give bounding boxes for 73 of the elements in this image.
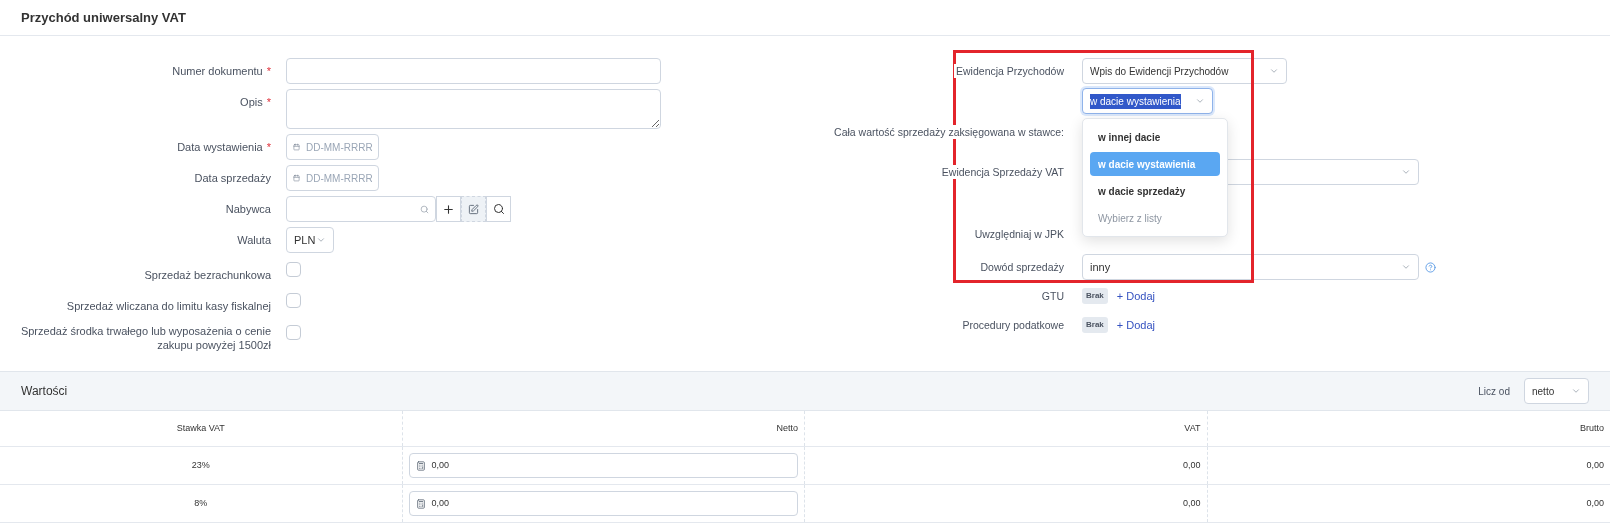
field-label: Sprzedaż środka trwałego lub wyposażenia o cenie zakupu powyżej 1500zł xyxy=(19,324,271,352)
chevron-down-icon xyxy=(1571,386,1581,396)
amount-input[interactable]: 0,00 xyxy=(408,491,798,516)
table-cell-text: 0,00 xyxy=(1586,458,1604,472)
checkbox[interactable] xyxy=(286,262,301,277)
page-title: Przychód uniwersalny VAT xyxy=(21,8,186,27)
date-input[interactable]: DD-MM-RRRR xyxy=(306,170,372,186)
field-label: Numer dokumentu xyxy=(172,64,263,78)
plus-icon xyxy=(442,202,455,216)
field-label: Data wystawienia xyxy=(177,140,263,154)
chevron-down-icon xyxy=(1195,96,1205,106)
field-label: GTU xyxy=(1039,289,1066,303)
column-header: VAT xyxy=(1184,421,1201,435)
checkbox[interactable] xyxy=(286,325,301,340)
date-field[interactable]: DD-MM-RRRR xyxy=(286,134,379,160)
amount-input[interactable]: 0,00 xyxy=(408,453,798,478)
calendar-icon xyxy=(293,173,300,183)
section-title: Wartości xyxy=(21,383,68,400)
table-cell-text: 8% xyxy=(194,496,208,510)
column-header: Brutto xyxy=(1580,421,1604,435)
description-textarea[interactable] xyxy=(286,89,661,129)
column-header: Netto xyxy=(776,421,798,435)
required-mark: * xyxy=(266,64,271,78)
column-header: Stawka VAT xyxy=(176,421,225,435)
table-cell-text: 0,00 xyxy=(1182,496,1201,510)
field-label: Waluta xyxy=(237,233,271,247)
date-mode-select[interactable]: w dacie wystawienia xyxy=(1082,88,1213,114)
currency-select[interactable]: PLN xyxy=(286,227,334,253)
field-label: Data sprzedaży xyxy=(194,171,271,185)
text-input[interactable] xyxy=(286,58,661,84)
calculator-icon xyxy=(415,460,426,471)
status-badge: Brak xyxy=(1082,288,1108,304)
required-mark: * xyxy=(266,95,271,109)
table-cell-text: 23% xyxy=(191,458,210,472)
chevron-down-icon xyxy=(1401,167,1411,177)
edit-button[interactable] xyxy=(461,196,486,222)
required-mark: * xyxy=(266,140,271,154)
field-label: Sprzedaż wliczana do limitu kasy fiskalnej xyxy=(66,299,271,313)
add-link[interactable]: + Dodaj xyxy=(1116,316,1156,334)
edit-icon xyxy=(468,203,479,215)
field-label: Licz od xyxy=(1478,384,1510,399)
buyer-search-field[interactable] xyxy=(286,196,436,222)
add-link[interactable]: + Dodaj xyxy=(1116,287,1156,305)
date-input[interactable]: DD-MM-RRRR xyxy=(306,139,372,155)
field-label: Dowód sprzedaży xyxy=(978,260,1066,274)
chevron-down-icon xyxy=(1269,66,1279,76)
select-field[interactable]: Wpis do Ewidencji Przychodów xyxy=(1082,58,1287,84)
chevron-down-icon xyxy=(316,235,326,245)
field-label: Ewidencja Sprzedaży VAT xyxy=(939,165,1066,179)
field-label: Ewidencja Przychodów xyxy=(954,64,1066,78)
calc-select[interactable]: netto xyxy=(1524,378,1589,404)
table-cell-text: 0,00 xyxy=(1586,496,1604,510)
field-label: Sprzedaż bezrachunkowa xyxy=(144,268,271,282)
dropdown-option[interactable]: w innej dacie xyxy=(1090,125,1220,149)
search-button[interactable] xyxy=(486,196,511,222)
calculator-icon xyxy=(415,498,426,509)
help-icon[interactable] xyxy=(1425,261,1436,273)
field-label: Cała wartość sprzedaży zaksięgowana w stawce: xyxy=(832,125,1066,139)
search-icon xyxy=(492,203,505,215)
field-label: Opis xyxy=(240,95,263,109)
status-badge: Brak xyxy=(1082,317,1108,333)
field-label: Nabywca xyxy=(225,202,271,216)
calendar-icon xyxy=(293,142,300,152)
field-label: Procedury podatkowe xyxy=(960,318,1066,332)
add-button[interactable] xyxy=(436,196,461,222)
field-label: Uwzględniaj w JPK xyxy=(972,227,1066,241)
select-field[interactable]: inny xyxy=(1082,254,1419,280)
date-field[interactable]: DD-MM-RRRR xyxy=(286,165,379,191)
chevron-down-icon xyxy=(1401,262,1411,272)
table-cell-text: 0,00 xyxy=(1182,458,1201,472)
search-icon xyxy=(420,204,429,214)
dropdown-option[interactable]: w dacie sprzedaży xyxy=(1090,179,1220,203)
checkbox[interactable] xyxy=(286,293,301,308)
